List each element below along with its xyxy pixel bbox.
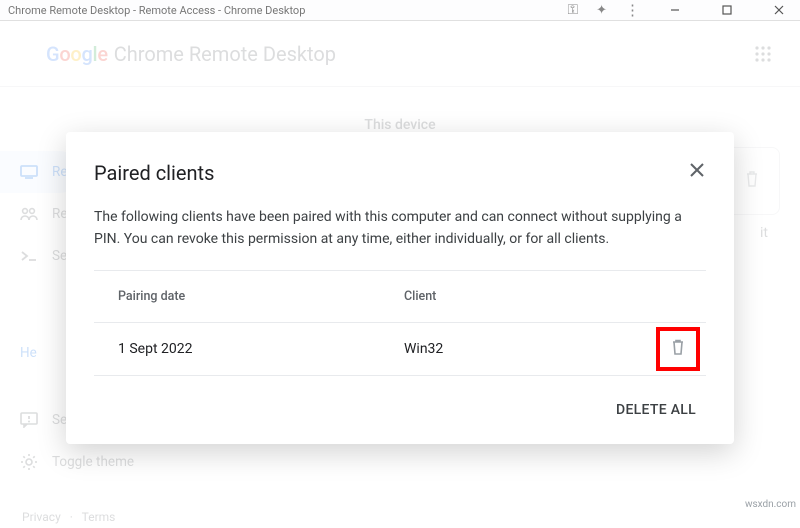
key-icon[interactable]: ⚿ [567,3,578,17]
delete-all-button[interactable]: DELETE ALL [606,394,706,426]
paired-clients-dialog: Paired clients The following clients hav… [66,132,734,444]
table-header: Pairing date Client [94,271,706,323]
dialog-title: Paired clients [94,161,214,185]
window-title: Chrome Remote Desktop - Remote Access - … [8,4,305,17]
clients-table: Pairing date Client 1 Sept 2022 Win32 [94,270,706,376]
extensions-icon[interactable]: ✦ [596,4,607,17]
kebab-menu-icon[interactable]: ⋮ [625,3,640,18]
cell-date: 1 Sept 2022 [94,341,404,357]
cell-client: Win32 [404,341,650,357]
table-row: 1 Sept 2022 Win32 [94,323,706,375]
trash-icon [671,339,685,355]
watermark: wsxdn.com [745,499,796,510]
dialog-description: The following clients have been paired w… [94,207,706,250]
col-header-client: Client [404,289,650,304]
window-minimize-button[interactable] [658,0,692,21]
window-maximize-button[interactable] [710,0,744,21]
window-titlebar: Chrome Remote Desktop - Remote Access - … [0,0,800,21]
delete-client-button[interactable] [671,339,685,359]
close-icon [688,161,706,179]
delete-client-highlight [656,327,700,371]
window-close-button[interactable] [762,0,796,21]
dialog-close-button[interactable] [688,160,706,185]
col-header-date: Pairing date [94,289,404,304]
